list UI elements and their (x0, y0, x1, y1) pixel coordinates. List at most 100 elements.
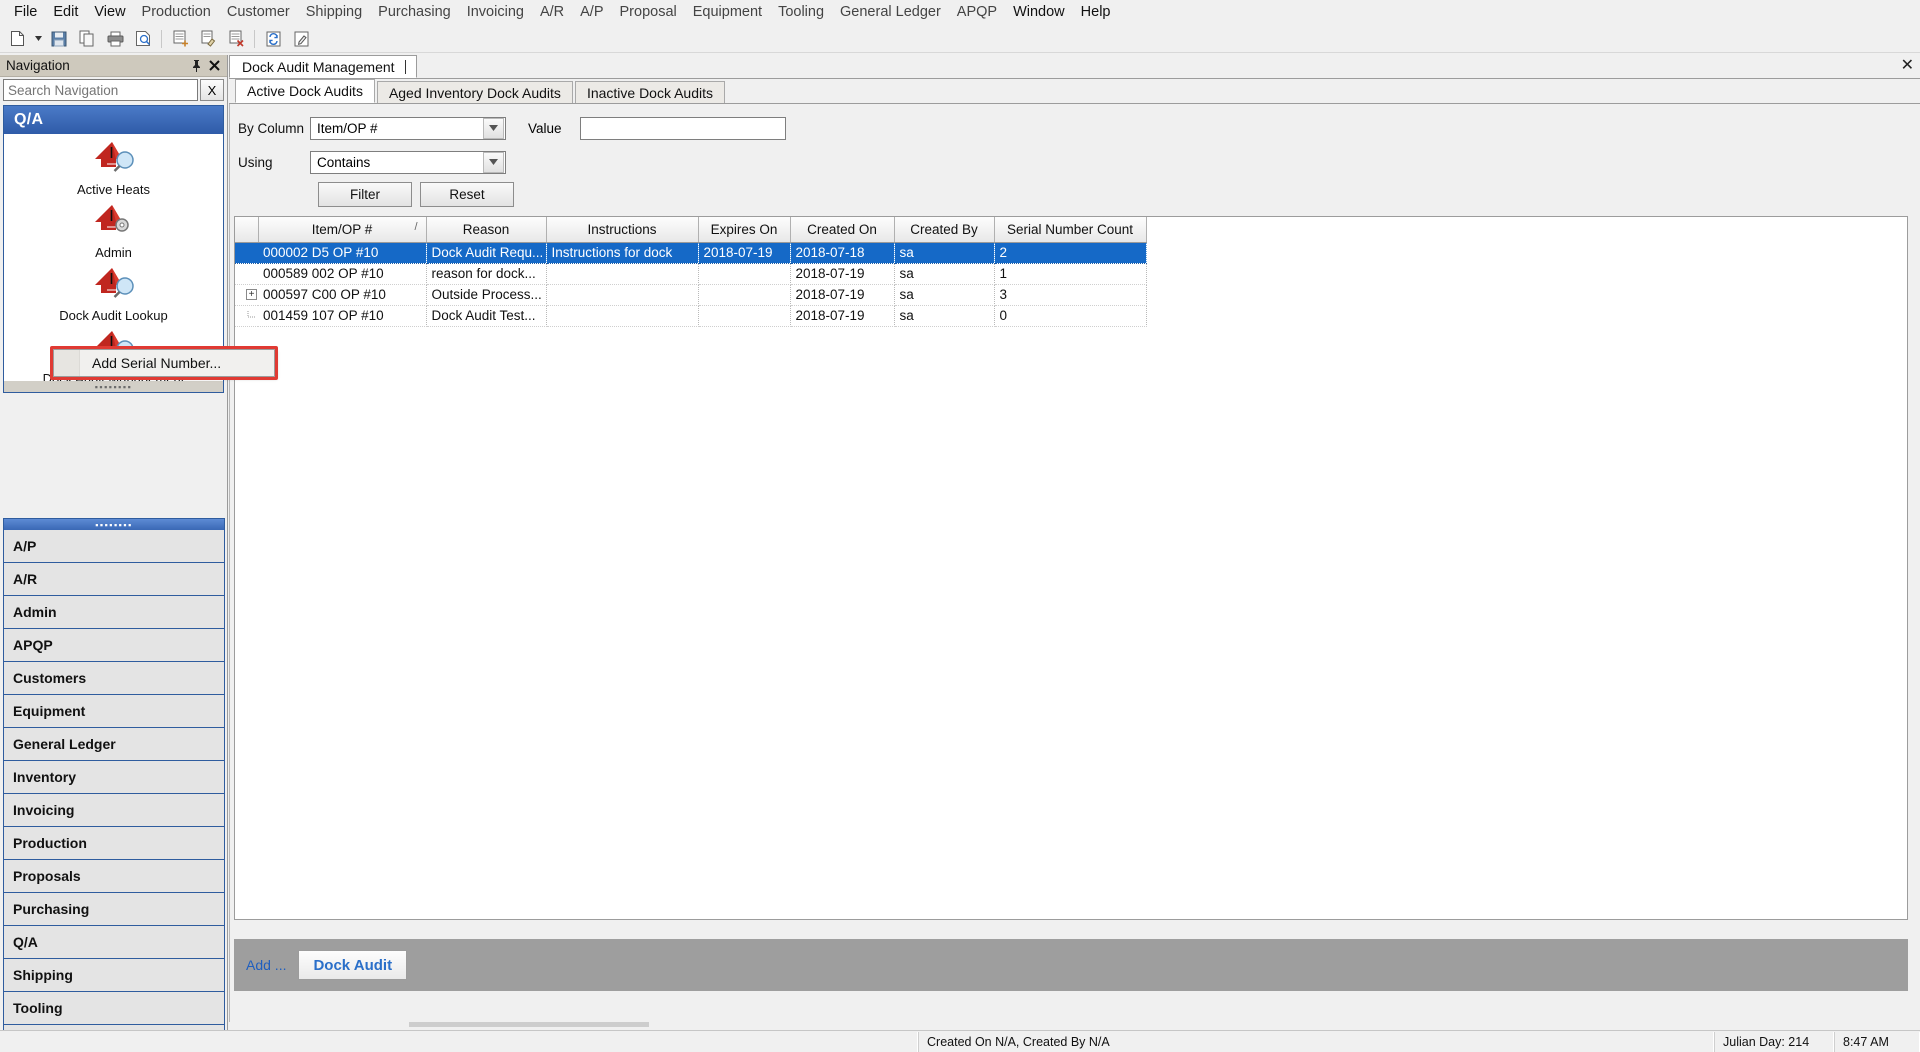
cell-item-op[interactable]: 000589 002 OP #10 (258, 263, 427, 285)
value-input[interactable] (580, 116, 786, 140)
tab-aged-inventory-dock-audits[interactable]: Aged Inventory Dock Audits (376, 81, 573, 103)
cell-instructions[interactable] (546, 305, 699, 327)
cell-created-on[interactable]: 2018-07-19 (790, 263, 895, 285)
filter-button[interactable]: Filter (318, 182, 412, 207)
sidebar-item-purchasing[interactable]: Purchasing (4, 893, 224, 926)
cell-created-by[interactable]: sa (894, 305, 995, 327)
cell-instructions[interactable] (546, 263, 699, 285)
cell-expires-on[interactable]: 2018-07-19 (698, 242, 791, 264)
column-header-created-on[interactable]: Created On (790, 217, 895, 243)
cell-reason[interactable]: Dock Audit Test... (426, 305, 547, 327)
menu-item-a-r[interactable]: A/R (532, 1, 572, 23)
column-header-item-op[interactable]: Item/OP # / (258, 217, 427, 243)
dock-audit-chip-button[interactable]: Dock Audit (298, 950, 408, 980)
context-menu-item-add-serial-number[interactable]: Add Serial Number... (80, 355, 221, 371)
sidebar-item-q-a[interactable]: Q/A (4, 926, 224, 959)
menu-item-general-ledger[interactable]: General Ledger (832, 1, 949, 23)
sidebar-item-a-p[interactable]: A/P (4, 530, 224, 563)
column-header-reason[interactable]: Reason (426, 217, 547, 243)
cell-serial-number-count[interactable]: 0 (994, 305, 1147, 327)
cell-created-by[interactable]: sa (894, 263, 995, 285)
table-row[interactable]: 000589 002 OP #10 reason for dock... 2018-… (235, 263, 1147, 285)
chevron-down-icon[interactable] (483, 151, 504, 173)
table-row[interactable]: 001459 107 OP #10 Dock Audit Test... 2018-… (235, 305, 1147, 327)
menu-item-edit[interactable]: Edit (45, 1, 86, 23)
print-preview-icon[interactable] (130, 27, 156, 51)
cell-created-on[interactable]: 2018-07-19 (790, 284, 895, 306)
row-expander-cell[interactable]: + (235, 284, 258, 306)
sidebar-item-equipment[interactable]: Equipment (4, 695, 224, 728)
menu-item-view[interactable]: View (86, 1, 133, 23)
menu-item-production[interactable]: Production (134, 1, 219, 23)
sidebar-item-production[interactable]: Production (4, 827, 224, 860)
cell-created-on[interactable]: 2018-07-19 (790, 305, 895, 327)
expand-row-icon[interactable]: + (246, 289, 257, 300)
sidebar-item-general-ledger[interactable]: General Ledger (4, 728, 224, 761)
sidebar-item-apqp[interactable]: APQP (4, 629, 224, 662)
cell-instructions[interactable]: Instructions for dock (546, 242, 699, 264)
document-tab-dock-audit-management[interactable]: Dock Audit Management (229, 55, 417, 78)
scrollbar-thumb[interactable] (409, 1022, 649, 1027)
sidebar-item-a-r[interactable]: A/R (4, 563, 224, 596)
edit-record-icon[interactable] (195, 27, 221, 51)
cell-reason[interactable]: Outside Process... (426, 284, 547, 306)
clear-search-button[interactable]: X (200, 79, 224, 101)
cell-created-by[interactable]: sa (894, 284, 995, 306)
menu-item-proposal[interactable]: Proposal (612, 1, 685, 23)
cell-item-op[interactable]: 001459 107 OP #10 (258, 305, 427, 327)
nav-item-admin[interactable]: Admin (4, 197, 223, 260)
print-icon[interactable] (102, 27, 128, 51)
add-link[interactable]: Add ... (246, 957, 286, 973)
new-dropdown-icon[interactable] (32, 27, 44, 51)
menu-item-help[interactable]: Help (1073, 1, 1119, 23)
column-header-created-by[interactable]: Created By (894, 217, 995, 243)
sidebar-item-customers[interactable]: Customers (4, 662, 224, 695)
close-document-icon[interactable]: ✕ (1901, 58, 1914, 74)
cell-expires-on[interactable] (698, 305, 791, 327)
nav-item-dock-audit-lookup[interactable]: Dock Audit Lookup (4, 260, 223, 323)
menu-item-file[interactable]: File (6, 1, 45, 23)
sidebar-item-shipping[interactable]: Shipping (4, 959, 224, 992)
copy-icon[interactable] (74, 27, 100, 51)
horizontal-scrollbar[interactable] (229, 1022, 1920, 1030)
sidebar-item-admin[interactable]: Admin (4, 596, 224, 629)
sidebar-item-proposals[interactable]: Proposals (4, 860, 224, 893)
sidebar-item-inventory[interactable]: Inventory (4, 761, 224, 794)
cell-expires-on[interactable] (698, 284, 791, 306)
new-document-icon[interactable] (4, 27, 30, 51)
menu-item-customer[interactable]: Customer (219, 1, 298, 23)
column-header-instructions[interactable]: Instructions (546, 217, 699, 243)
notes-icon[interactable] (288, 27, 314, 51)
menu-item-tooling[interactable]: Tooling (770, 1, 832, 23)
chevron-down-icon[interactable] (483, 117, 504, 139)
table-row[interactable]: +000597 C00 OP #10 Outside Process... 2018… (235, 284, 1147, 306)
cell-serial-number-count[interactable]: 1 (994, 263, 1147, 285)
using-select[interactable]: Contains (310, 150, 506, 174)
cell-reason[interactable]: Dock Audit Requ... (426, 242, 547, 264)
sidebar-item-invoicing[interactable]: Invoicing (4, 794, 224, 827)
by-column-select[interactable]: Item/OP # (310, 116, 506, 140)
column-header-expires-on[interactable]: Expires On (698, 217, 791, 243)
delete-record-icon[interactable] (223, 27, 249, 51)
menu-item-a-p[interactable]: A/P (572, 1, 611, 23)
close-icon[interactable] (205, 57, 223, 75)
menu-item-invoicing[interactable]: Invoicing (459, 1, 532, 23)
menu-item-equipment[interactable]: Equipment (685, 1, 770, 23)
nav-item-active-heats[interactable]: Active Heats (4, 134, 223, 197)
cell-reason[interactable]: reason for dock... (426, 263, 547, 285)
cell-created-on[interactable]: 2018-07-18 (790, 242, 895, 264)
tab-inactive-dock-audits[interactable]: Inactive Dock Audits (574, 81, 725, 103)
search-input[interactable] (3, 79, 198, 101)
cell-item-op[interactable]: 000597 C00 OP #10 (258, 284, 427, 306)
refresh-icon[interactable] (260, 27, 286, 51)
cell-serial-number-count[interactable]: 2 (994, 242, 1147, 264)
cell-instructions[interactable] (546, 284, 699, 306)
pin-icon[interactable] (187, 57, 205, 75)
menu-item-window[interactable]: Window (1005, 1, 1073, 23)
menu-item-shipping[interactable]: Shipping (298, 1, 370, 23)
column-header-serial-number-count[interactable]: Serial Number Count (994, 217, 1147, 243)
cell-created-by[interactable]: sa (894, 242, 995, 264)
module-list-resize-grip[interactable]: ▪▪▪▪▪▪▪▪ (4, 519, 224, 530)
menu-item-purchasing[interactable]: Purchasing (370, 1, 459, 23)
sidebar-item-tooling[interactable]: Tooling (4, 992, 224, 1025)
